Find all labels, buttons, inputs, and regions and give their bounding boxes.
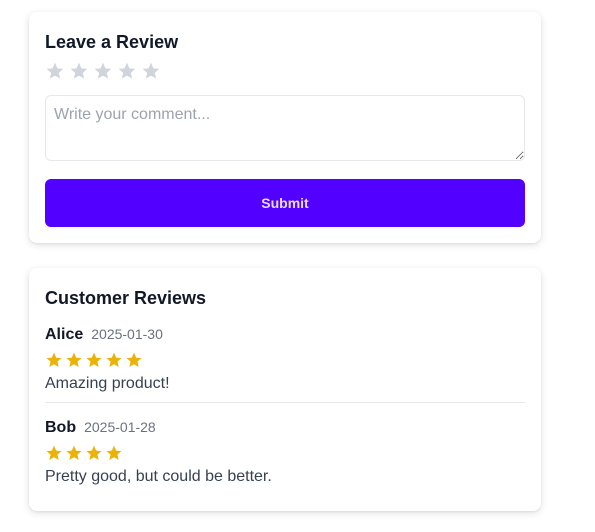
star-icon [66,352,82,367]
star-icon [86,445,102,460]
review-text: Pretty good, but could be better. [45,468,272,485]
reviewer-name: Bob [45,419,77,436]
rating-star-4[interactable] [117,61,137,81]
star-icon [94,62,112,79]
star-icon [126,352,142,367]
review-rating [45,444,525,462]
star-icon [46,445,62,460]
submit-button[interactable]: Submit [45,179,525,227]
star-icon [106,352,122,367]
review-form-title: Leave a Review [45,32,179,52]
star-icon [118,62,136,79]
review-form-card: Leave a Review Submit [29,12,541,243]
rating-star-3[interactable] [93,61,113,81]
review-item: Alice 2025-01-30 Amazing product! [45,326,525,393]
comment-input[interactable] [45,95,525,161]
customer-reviews-title: Customer Reviews [45,288,207,308]
review-item: Bob 2025-01-28 Pretty good, but could be… [45,419,525,486]
review-text: Amazing product! [45,375,170,392]
star-icon [106,445,122,460]
review-date: 2025-01-30 [91,326,163,342]
star-icon [66,445,82,460]
star-icon [70,62,88,79]
rating-star-2[interactable] [69,61,89,81]
rating-star-5[interactable] [141,61,161,81]
review-date: 2025-01-28 [84,419,156,435]
review-rating [45,351,525,369]
review-divider [45,402,525,403]
rating-star-1[interactable] [45,61,65,81]
rating-input [45,61,161,81]
reviewer-name: Alice [45,326,84,343]
star-icon [86,352,102,367]
star-icon [46,62,64,79]
star-icon [46,352,62,367]
customer-reviews-card: Customer Reviews Alice 2025-01-30 Amazin… [29,268,541,511]
star-icon [142,62,160,79]
